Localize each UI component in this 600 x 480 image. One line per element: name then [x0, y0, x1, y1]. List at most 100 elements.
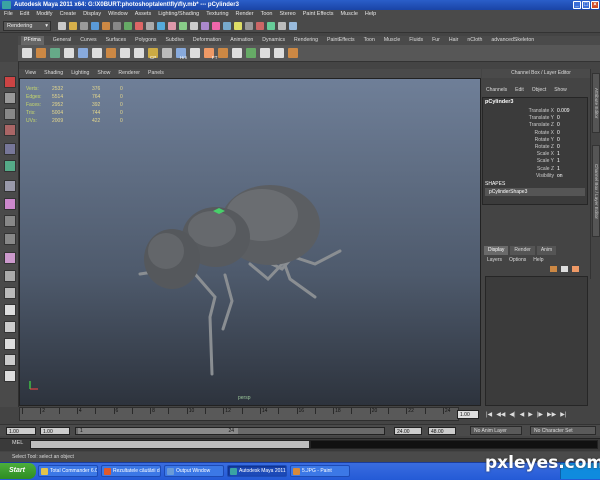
start-button[interactable]: Start: [0, 463, 36, 479]
status-tool-icon[interactable]: [91, 22, 99, 30]
tool-icon[interactable]: [4, 160, 16, 172]
shelf-button-icon[interactable]: [36, 48, 46, 58]
playback-button[interactable]: ◀|: [509, 411, 515, 418]
status-tool-icon[interactable]: [168, 22, 176, 30]
layer-menu-options[interactable]: Options: [509, 256, 526, 264]
taskbar-button[interactable]: Autodesk Maya 2011 ...: [227, 465, 287, 477]
menu-create[interactable]: Create: [60, 10, 77, 19]
layer-menu-help[interactable]: Help: [533, 256, 543, 264]
menu-stereo[interactable]: Stereo: [280, 10, 296, 19]
menu-set-dropdown[interactable]: Rendering: [3, 21, 51, 31]
current-frame-field[interactable]: 1.00: [457, 410, 479, 419]
status-tool-icon[interactable]: [157, 22, 165, 30]
status-tool-icon[interactable]: [212, 22, 220, 30]
status-tool-icon[interactable]: [223, 22, 231, 30]
channel-attr-row[interactable]: Rotate Z0: [485, 144, 585, 151]
menu-render[interactable]: Render: [236, 10, 254, 19]
shelf-tab-deformation[interactable]: Deformation: [193, 36, 221, 45]
tool-icon[interactable]: [4, 287, 16, 299]
channel-attr-row[interactable]: Visibility on: [485, 173, 585, 180]
attr-value[interactable]: 0: [557, 137, 560, 144]
attr-value[interactable]: 1: [557, 166, 560, 173]
side-tab[interactable]: Attribute Editor: [592, 73, 600, 133]
playback-start-field[interactable]: 1.00: [40, 427, 70, 435]
shelf-button-icon[interactable]: [78, 48, 88, 58]
menu-toon[interactable]: Toon: [261, 10, 273, 19]
status-tool-icon[interactable]: [58, 22, 66, 30]
close-button[interactable]: ×: [591, 1, 599, 9]
playback-button[interactable]: ▶: [528, 411, 533, 418]
tool-icon[interactable]: [4, 304, 16, 316]
attr-value[interactable]: 0: [557, 130, 560, 137]
shelf-button-icon[interactable]: [190, 48, 200, 58]
shelf-button-icon[interactable]: [260, 48, 270, 58]
character-set-dropdown[interactable]: No Character Set: [530, 426, 596, 435]
range-slider[interactable]: 1 24: [75, 427, 385, 435]
tool-icon[interactable]: [4, 233, 16, 245]
panel-menu-lighting[interactable]: Lighting: [71, 69, 89, 78]
status-tool-icon[interactable]: [267, 22, 275, 30]
time-slider[interactable]: 2 4 6 8 10 12 14 16 18 20 22 24: [19, 407, 459, 421]
shelf-button-icon[interactable]: [288, 48, 298, 58]
shelf-tab-pfrima[interactable]: PFrima: [21, 36, 44, 45]
taskbar-button[interactable]: 5.JPG - Paint: [290, 465, 350, 477]
status-tool-icon[interactable]: [201, 22, 209, 30]
channel-menu-show[interactable]: Show: [554, 86, 567, 95]
layer-tab-render[interactable]: Render: [510, 246, 535, 255]
menu-file[interactable]: File: [4, 10, 13, 19]
channel-attr-row[interactable]: Translate Z0: [485, 122, 585, 129]
shelf-button-icon[interactable]: [120, 48, 130, 58]
shelf-tab-animation[interactable]: Animation: [230, 36, 253, 45]
attr-value[interactable]: on: [557, 173, 563, 180]
shelf-tab-hair[interactable]: Hair: [449, 36, 459, 45]
side-tab[interactable]: Channel Box / Layer Editor: [592, 145, 600, 237]
tool-icon[interactable]: [4, 270, 16, 282]
attr-value[interactable]: 0: [557, 122, 560, 129]
status-tool-icon[interactable]: [146, 22, 154, 30]
shelf-button-icon[interactable]: [162, 48, 172, 58]
menu-modify[interactable]: Modify: [36, 10, 52, 19]
shelf-tab-subdivs[interactable]: Subdivs: [165, 36, 183, 45]
tool-icon[interactable]: [4, 108, 16, 120]
playback-button[interactable]: ▶▶: [547, 411, 556, 418]
menu-muscle[interactable]: Muscle: [341, 10, 358, 19]
attr-value[interactable]: 0.009: [557, 108, 570, 115]
shelf-button-icon[interactable]: [50, 48, 60, 58]
selected-object-name[interactable]: pCylinder3: [485, 99, 513, 105]
shelf-button-icon[interactable]: [218, 48, 228, 58]
anim-layer-dropdown[interactable]: No Anim Layer: [470, 426, 522, 435]
shelf-tab-muscle[interactable]: Muscle: [384, 36, 400, 45]
status-tool-icon[interactable]: [135, 22, 143, 30]
shelf-button-icon[interactable]: [64, 48, 74, 58]
tool-icon[interactable]: [4, 215, 16, 227]
tool-icon[interactable]: [4, 124, 16, 136]
status-tool-icon[interactable]: [278, 22, 286, 30]
attr-value[interactable]: 0: [557, 115, 560, 122]
shelf-tab-general[interactable]: General: [53, 36, 71, 45]
shelf-tab-painteffects[interactable]: PaintEffects: [327, 36, 355, 45]
shelf-tab-fur[interactable]: Fur: [432, 36, 440, 45]
tool-icon[interactable]: [4, 252, 16, 264]
shelf-button-icon[interactable]: [134, 48, 144, 58]
minimize-button[interactable]: _: [573, 1, 581, 9]
menu-edit[interactable]: Edit: [20, 10, 29, 19]
shelf-tab-ncloth[interactable]: nCloth: [467, 36, 482, 45]
panel-menu-shading[interactable]: Shading: [44, 69, 63, 78]
status-tool-icon[interactable]: [234, 22, 242, 30]
playback-end-field[interactable]: 24.00: [394, 427, 422, 435]
tool-icon[interactable]: [4, 92, 16, 104]
mel-label[interactable]: MEL: [12, 440, 23, 446]
tool-icon[interactable]: [4, 198, 16, 210]
shelf-tab-fluids[interactable]: Fluids: [409, 36, 423, 45]
maximize-button[interactable]: □: [582, 1, 590, 9]
status-tool-icon[interactable]: [69, 22, 77, 30]
status-tool-icon[interactable]: [80, 22, 88, 30]
status-tool-icon[interactable]: [179, 22, 187, 30]
mel-input[interactable]: [30, 440, 310, 449]
panel-menu-show[interactable]: Show: [97, 69, 110, 78]
shelf-button-icon[interactable]: [22, 48, 32, 58]
shelf-tab-advancedskeleton[interactable]: advancedSkeleton: [491, 36, 534, 45]
tool-icon[interactable]: [4, 180, 16, 192]
shelf-tab-dynamics[interactable]: Dynamics: [262, 36, 285, 45]
panel-menu-panels[interactable]: Panels: [148, 69, 164, 78]
